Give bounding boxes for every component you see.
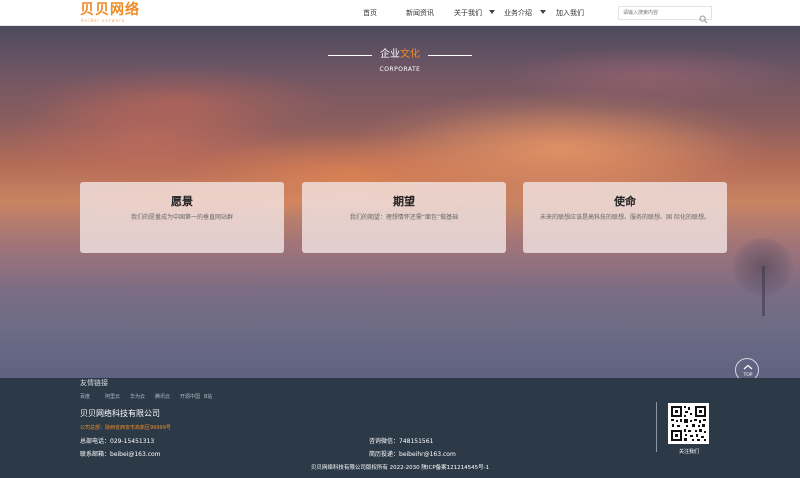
card-title: 期望 (393, 195, 415, 208)
qr-code (668, 403, 709, 444)
section-title: 企业文化 (0, 48, 800, 62)
section-title-main: 企业 (380, 49, 400, 60)
search-input[interactable] (623, 7, 693, 19)
nav-join[interactable]: 加入我们 (556, 0, 584, 26)
arrow-up-icon: TOP (742, 364, 753, 378)
card-expectation[interactable]: 期望 我们的期望：理想情怀还需“面包”做基础 (302, 182, 506, 253)
wechat-label: 咨询微信： (369, 438, 400, 445)
email-info: 联系邮箱：beibei@163.com (80, 449, 161, 458)
card-title: 使命 (614, 195, 636, 208)
hero-banner: 企业文化 CORPORATE 愿景 我们的愿量成为中国第一的垂直网站群 期望 我… (0, 26, 800, 378)
logo-subtext: BeiBei network (81, 18, 126, 23)
phone-info: 总部电话：029-15451313 (80, 436, 154, 445)
friend-link[interactable]: 腾讯云 (155, 393, 170, 400)
friend-links-title: 友情链接 (80, 379, 108, 387)
phone-label: 总部电话： (80, 438, 111, 445)
company-name: 贝贝网络科技有限公司 (80, 409, 160, 418)
wechat-value: 748151561 (399, 438, 434, 445)
card-desc: 未来的联想应该是高科技的联想、服务的联想、国 际化的联想。 (540, 214, 710, 221)
logo-text: 贝贝网络 (80, 2, 140, 18)
friend-link[interactable]: 百度 (80, 393, 90, 400)
fog-overlay (0, 276, 800, 378)
chevron-down-icon[interactable] (489, 10, 495, 14)
search-icon[interactable] (699, 9, 708, 24)
card-desc: 我们的期望：理想情怀还需“面包”做基础 (349, 214, 459, 221)
wechat-info: 咨询微信：748151561 (369, 436, 433, 445)
company-address: 公司总部：陕西省西安市高新区99999号 (80, 425, 171, 431)
card-title: 愿景 (171, 195, 193, 208)
cloud (20, 66, 340, 136)
tree-trunk (762, 266, 765, 316)
resume-value[interactable]: beibeihr@163.com (399, 451, 456, 458)
card-desc: 我们的愿量成为中国第一的垂直网站群 (130, 214, 233, 221)
phone-value: 029-15451313 (110, 438, 155, 445)
logo[interactable]: 贝贝网络 BeiBei network (80, 2, 140, 24)
nav-business[interactable]: 业务介绍 (504, 0, 532, 26)
section-subtitle: CORPORATE (379, 66, 421, 73)
nav-news[interactable]: 新闻资讯 (406, 0, 434, 26)
friend-link[interactable]: 华为云 (130, 393, 145, 400)
chevron-down-icon[interactable] (540, 10, 546, 14)
friend-link[interactable]: 开源中国 (180, 393, 200, 400)
site-footer: 友情链接 百度 阿里云 华为云 腾讯云 开源中国 B站 贝贝网络科技有限公司 公… (0, 378, 800, 478)
card-mission[interactable]: 使命 未来的联想应该是高科技的联想、服务的联想、国 际化的联想。 (523, 182, 727, 253)
copyright: 贝贝网络科技有限公司版权所有 2022-2030 陕ICP备案121214545… (310, 465, 490, 471)
friend-link[interactable]: B站 (204, 393, 212, 400)
qr-code-icon (669, 404, 708, 443)
nav-home[interactable]: 首页 (363, 0, 377, 26)
site-header: 贝贝网络 BeiBei network 首页 新闻资讯 关于我们 业务介绍 加入… (0, 0, 800, 26)
title-divider-right (428, 55, 472, 56)
email-label: 联系邮箱： (80, 451, 111, 458)
qr-label: 关注我们 (678, 449, 699, 455)
resume-info: 简历投递：beibeihr@163.com (369, 449, 456, 458)
friend-link[interactable]: 阿里云 (105, 393, 120, 400)
card-vision[interactable]: 愿景 我们的愿量成为中国第一的垂直网站群 (80, 182, 284, 253)
resume-label: 简历投递： (369, 451, 400, 458)
section-title-highlight: 文化 (400, 49, 420, 60)
email-value[interactable]: beibei@163.com (110, 451, 161, 458)
back-to-top-button[interactable]: TOP (735, 358, 759, 378)
footer-divider (656, 402, 657, 452)
nav-about[interactable]: 关于我们 (454, 0, 482, 26)
search-box (618, 6, 712, 24)
